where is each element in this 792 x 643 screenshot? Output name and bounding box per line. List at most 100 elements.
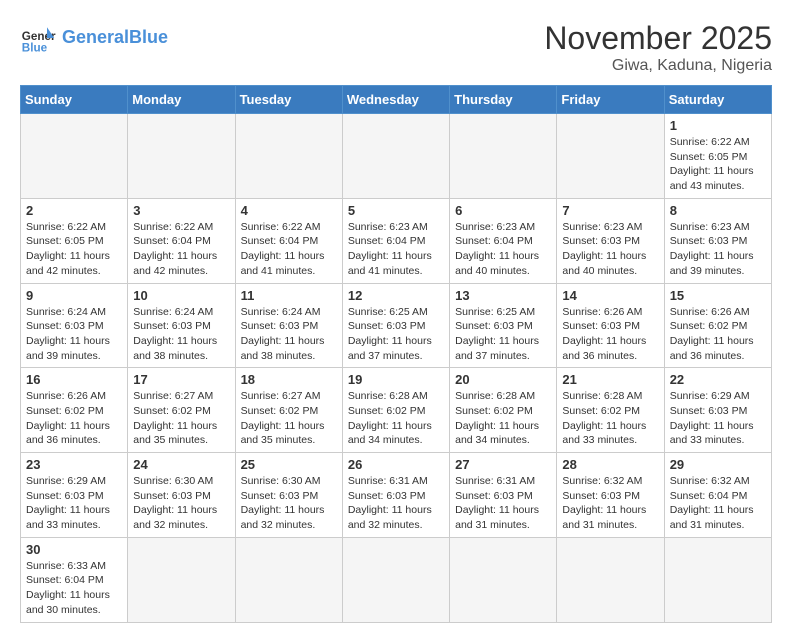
day-number: 19 <box>348 372 444 387</box>
calendar-cell: 27 Sunrise: 6:31 AMSunset: 6:03 PMDayligh… <box>450 453 557 538</box>
title-section: November 2025 Giwa, Kaduna, Nigeria <box>544 20 772 75</box>
week-row-4: 23 Sunrise: 6:29 AMSunset: 6:03 PMDayligh… <box>21 453 772 538</box>
day-number: 14 <box>562 288 658 303</box>
week-row-1: 2Sunrise: 6:22 AMSunset: 6:05 PMDaylight… <box>21 198 772 283</box>
calendar-cell: 30Sunrise: 6:33 AMSunset: 6:04 PMDayligh… <box>21 537 128 622</box>
calendar-title: November 2025 <box>544 20 772 57</box>
day-info: Sunrise: 6:22 AMSunset: 6:04 PMDaylight:… <box>133 220 229 279</box>
weekday-header-monday: Monday <box>128 86 235 114</box>
calendar-cell: 4 Sunrise: 6:22 AMSunset: 6:04 PMDaylight… <box>235 198 342 283</box>
day-info: Sunrise: 6:28 AMSunset: 6:02 PMDaylight:… <box>348 389 444 448</box>
day-number: 28 <box>562 457 658 472</box>
day-number: 6 <box>455 203 551 218</box>
day-number: 13 <box>455 288 551 303</box>
calendar-cell <box>235 537 342 622</box>
day-info: Sunrise: 6:22 AMSunset: 6:04 PMDaylight:… <box>241 220 337 279</box>
calendar-cell: 20Sunrise: 6:28 AMSunset: 6:02 PMDayligh… <box>450 368 557 453</box>
day-number: 25 <box>241 457 337 472</box>
day-number: 12 <box>348 288 444 303</box>
calendar-cell: 22 Sunrise: 6:29 AMSunset: 6:03 PMDayligh… <box>664 368 771 453</box>
week-row-0: 1Sunrise: 6:22 AMSunset: 6:05 PMDaylight… <box>21 114 772 199</box>
day-info: Sunrise: 6:25 AMSunset: 6:03 PMDaylight:… <box>348 305 444 364</box>
week-row-5: 30Sunrise: 6:33 AMSunset: 6:04 PMDayligh… <box>21 537 772 622</box>
calendar-cell: 5Sunrise: 6:23 AMSunset: 6:04 PMDaylight… <box>342 198 449 283</box>
calendar-subtitle: Giwa, Kaduna, Nigeria <box>544 57 772 75</box>
calendar-cell: 14 Sunrise: 6:26 AMSunset: 6:03 PMDayligh… <box>557 283 664 368</box>
calendar-cell: 10Sunrise: 6:24 AMSunset: 6:03 PMDayligh… <box>128 283 235 368</box>
day-info: Sunrise: 6:32 AMSunset: 6:03 PMDaylight:… <box>562 474 658 533</box>
day-number: 9 <box>26 288 122 303</box>
week-row-3: 16Sunrise: 6:26 AMSunset: 6:02 PMDayligh… <box>21 368 772 453</box>
day-number: 20 <box>455 372 551 387</box>
logo-blue: Blue <box>129 27 168 47</box>
day-number: 15 <box>670 288 766 303</box>
weekday-header-thursday: Thursday <box>450 86 557 114</box>
calendar-cell <box>128 537 235 622</box>
day-info: Sunrise: 6:27 AMSunset: 6:02 PMDaylight:… <box>133 389 229 448</box>
calendar-cell: 19 Sunrise: 6:28 AMSunset: 6:02 PMDayligh… <box>342 368 449 453</box>
calendar-cell: 7 Sunrise: 6:23 AMSunset: 6:03 PMDaylight… <box>557 198 664 283</box>
day-number: 11 <box>241 288 337 303</box>
calendar-cell: 6Sunrise: 6:23 AMSunset: 6:04 PMDaylight… <box>450 198 557 283</box>
day-info: Sunrise: 6:27 AMSunset: 6:02 PMDaylight:… <box>241 389 337 448</box>
day-info: Sunrise: 6:22 AMSunset: 6:05 PMDaylight:… <box>670 135 766 194</box>
calendar-cell: 9 Sunrise: 6:24 AMSunset: 6:03 PMDaylight… <box>21 283 128 368</box>
weekday-header-wednesday: Wednesday <box>342 86 449 114</box>
header: General Blue GeneralBlue November 2025 G… <box>20 20 772 75</box>
weekday-header-sunday: Sunday <box>21 86 128 114</box>
day-info: Sunrise: 6:29 AMSunset: 6:03 PMDaylight:… <box>26 474 122 533</box>
weekday-header-friday: Friday <box>557 86 664 114</box>
week-row-2: 9 Sunrise: 6:24 AMSunset: 6:03 PMDaylight… <box>21 283 772 368</box>
calendar-cell: 26 Sunrise: 6:31 AMSunset: 6:03 PMDayligh… <box>342 453 449 538</box>
calendar-cell: 25 Sunrise: 6:30 AMSunset: 6:03 PMDayligh… <box>235 453 342 538</box>
day-info: Sunrise: 6:26 AMSunset: 6:02 PMDaylight:… <box>26 389 122 448</box>
day-info: Sunrise: 6:31 AMSunset: 6:03 PMDaylight:… <box>348 474 444 533</box>
calendar-cell <box>557 114 664 199</box>
day-number: 26 <box>348 457 444 472</box>
day-number: 4 <box>241 203 337 218</box>
calendar-cell <box>21 114 128 199</box>
day-info: Sunrise: 6:23 AMSunset: 6:03 PMDaylight:… <box>562 220 658 279</box>
day-number: 22 <box>670 372 766 387</box>
day-info: Sunrise: 6:25 AMSunset: 6:03 PMDaylight:… <box>455 305 551 364</box>
day-info: Sunrise: 6:30 AMSunset: 6:03 PMDaylight:… <box>133 474 229 533</box>
calendar-table: SundayMondayTuesdayWednesdayThursdayFrid… <box>20 85 772 623</box>
day-info: Sunrise: 6:31 AMSunset: 6:03 PMDaylight:… <box>455 474 551 533</box>
day-number: 27 <box>455 457 551 472</box>
calendar-cell <box>342 537 449 622</box>
calendar-cell <box>128 114 235 199</box>
day-number: 29 <box>670 457 766 472</box>
calendar-cell: 12 Sunrise: 6:25 AMSunset: 6:03 PMDayligh… <box>342 283 449 368</box>
calendar-cell: 2Sunrise: 6:22 AMSunset: 6:05 PMDaylight… <box>21 198 128 283</box>
logo-icon: General Blue <box>20 20 56 56</box>
day-info: Sunrise: 6:29 AMSunset: 6:03 PMDaylight:… <box>670 389 766 448</box>
day-info: Sunrise: 6:26 AMSunset: 6:03 PMDaylight:… <box>562 305 658 364</box>
calendar-cell: 11 Sunrise: 6:24 AMSunset: 6:03 PMDayligh… <box>235 283 342 368</box>
day-info: Sunrise: 6:24 AMSunset: 6:03 PMDaylight:… <box>133 305 229 364</box>
day-info: Sunrise: 6:24 AMSunset: 6:03 PMDaylight:… <box>26 305 122 364</box>
day-number: 24 <box>133 457 229 472</box>
day-info: Sunrise: 6:28 AMSunset: 6:02 PMDaylight:… <box>562 389 658 448</box>
logo-text: GeneralBlue <box>62 28 168 48</box>
calendar-cell <box>450 537 557 622</box>
weekday-header-row: SundayMondayTuesdayWednesdayThursdayFrid… <box>21 86 772 114</box>
calendar-cell: 29 Sunrise: 6:32 AMSunset: 6:04 PMDayligh… <box>664 453 771 538</box>
day-number: 17 <box>133 372 229 387</box>
calendar-cell: 15Sunrise: 6:26 AMSunset: 6:02 PMDayligh… <box>664 283 771 368</box>
svg-text:Blue: Blue <box>22 42 48 55</box>
calendar-cell <box>557 537 664 622</box>
day-info: Sunrise: 6:23 AMSunset: 6:03 PMDaylight:… <box>670 220 766 279</box>
calendar-cell <box>450 114 557 199</box>
day-info: Sunrise: 6:32 AMSunset: 6:04 PMDaylight:… <box>670 474 766 533</box>
day-info: Sunrise: 6:22 AMSunset: 6:05 PMDaylight:… <box>26 220 122 279</box>
calendar-cell: 21Sunrise: 6:28 AMSunset: 6:02 PMDayligh… <box>557 368 664 453</box>
weekday-header-tuesday: Tuesday <box>235 86 342 114</box>
day-info: Sunrise: 6:33 AMSunset: 6:04 PMDaylight:… <box>26 559 122 618</box>
calendar-cell: 28 Sunrise: 6:32 AMSunset: 6:03 PMDayligh… <box>557 453 664 538</box>
day-info: Sunrise: 6:24 AMSunset: 6:03 PMDaylight:… <box>241 305 337 364</box>
calendar-cell: 16Sunrise: 6:26 AMSunset: 6:02 PMDayligh… <box>21 368 128 453</box>
day-info: Sunrise: 6:30 AMSunset: 6:03 PMDaylight:… <box>241 474 337 533</box>
day-number: 7 <box>562 203 658 218</box>
day-number: 23 <box>26 457 122 472</box>
calendar-cell: 1Sunrise: 6:22 AMSunset: 6:05 PMDaylight… <box>664 114 771 199</box>
